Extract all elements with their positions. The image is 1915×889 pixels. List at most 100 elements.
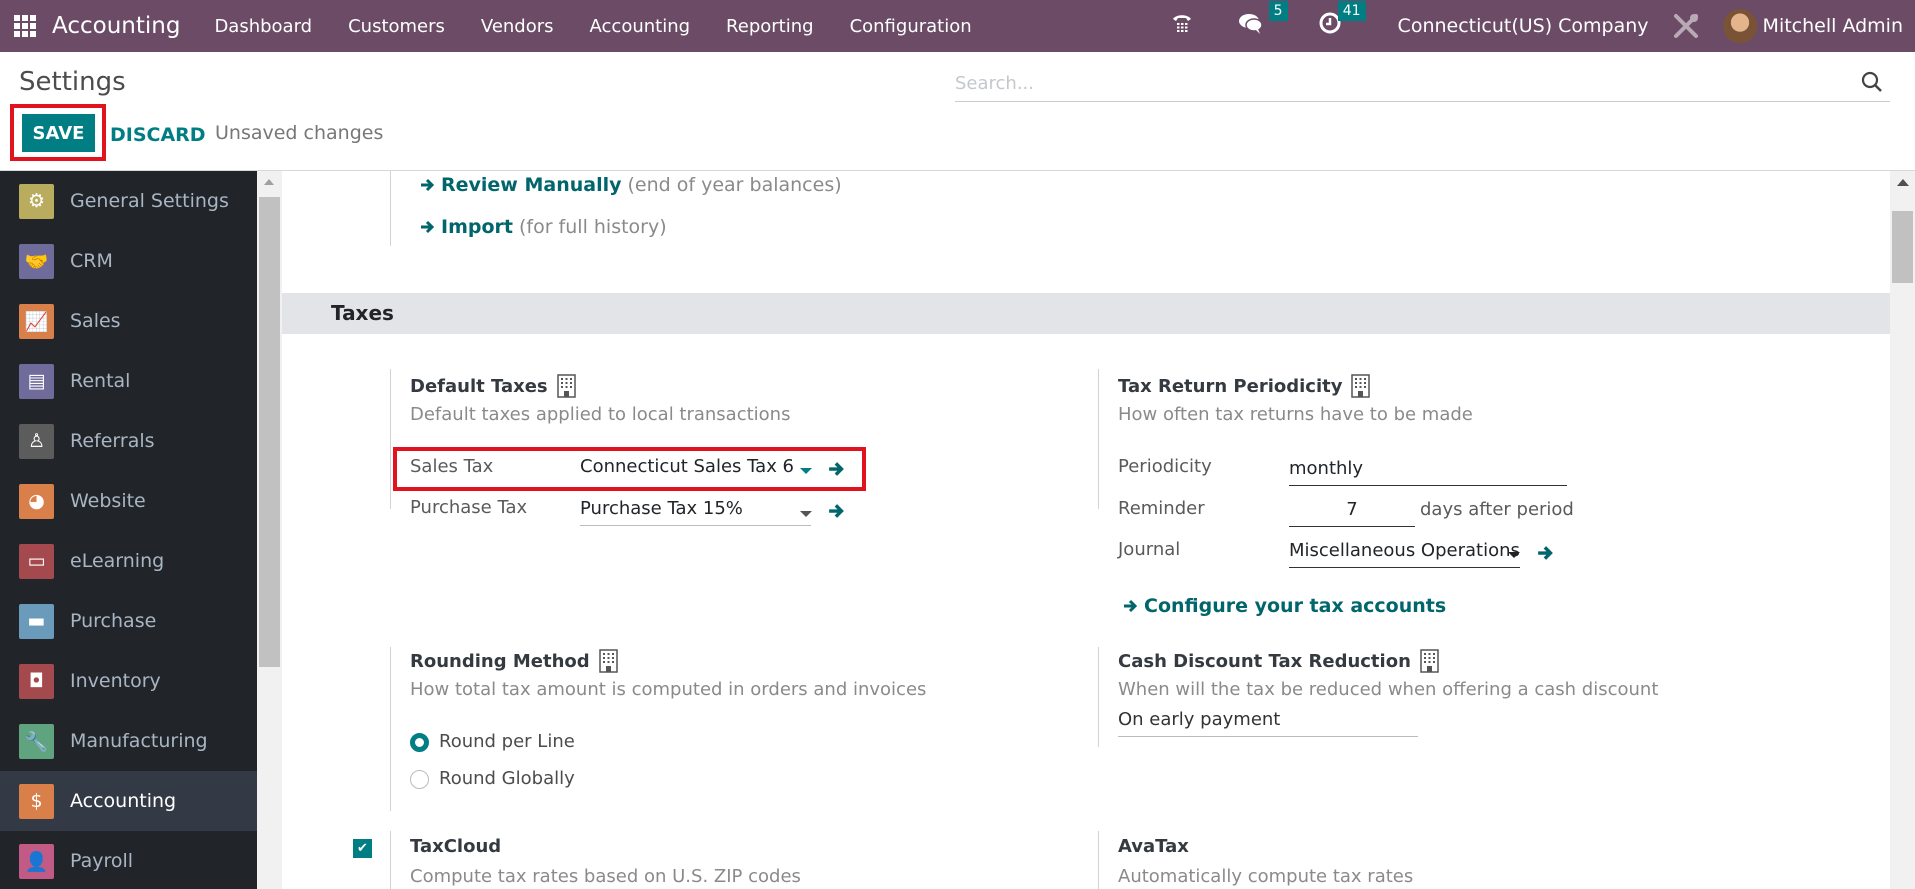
menu-reporting[interactable]: Reporting	[708, 16, 832, 37]
scrollbar-thumb[interactable]	[259, 197, 280, 667]
user-menu[interactable]: Mitchell Admin	[1763, 15, 1903, 37]
journal-select[interactable]: Miscellaneous Operations	[1289, 538, 1520, 568]
scroll-up-arrow-icon[interactable]	[1897, 179, 1909, 186]
main-scrollbar[interactable]	[1890, 171, 1915, 889]
sidebar-item-general-settings[interactable]: ⚙ General Settings	[0, 171, 257, 231]
app-menu-grid-icon[interactable]	[14, 15, 36, 37]
gear-icon: ⚙	[19, 183, 54, 219]
taxcloud-checkbox[interactable]: ✔	[353, 839, 372, 858]
rounding-method-title: Rounding Method	[410, 649, 618, 673]
periodicity-select[interactable]: monthly	[1289, 456, 1567, 486]
menu-vendors[interactable]: Vendors	[463, 16, 572, 37]
phone-icon[interactable]	[1170, 11, 1194, 41]
sidebar-item-crm[interactable]: 🤝 CRM	[0, 231, 257, 291]
review-manually-link[interactable]: Review Manually (end of year balances)	[420, 174, 842, 196]
sidebar-item-manufacturing[interactable]: 🔧 Manufacturing	[0, 711, 257, 771]
reminder-suffix: days after period	[1420, 499, 1574, 520]
cash-discount-select[interactable]: On early payment	[1118, 707, 1418, 737]
scrollbar-thumb[interactable]	[1892, 211, 1913, 283]
review-manually-note: (end of year balances)	[627, 174, 842, 196]
settings-content: Review Manually (end of year balances) I…	[282, 171, 1890, 889]
arrow-right-icon	[1124, 599, 1138, 613]
round-globally-radio[interactable]	[410, 770, 429, 789]
divider	[1098, 369, 1099, 509]
person-icon: ♙	[19, 423, 54, 459]
configure-tax-accounts-label: Configure your tax accounts	[1144, 595, 1447, 617]
search-icon[interactable]	[1860, 70, 1884, 94]
default-taxes-title: Default Taxes	[410, 374, 576, 398]
menu-customers[interactable]: Customers	[330, 16, 463, 37]
search-input[interactable]	[955, 66, 1835, 100]
arrow-right-icon[interactable]	[828, 502, 846, 520]
presentation-icon: ▭	[19, 543, 54, 579]
sidebar-item-label: eLearning	[70, 550, 165, 572]
divider	[390, 647, 391, 811]
search-bar	[955, 66, 1890, 102]
taxcloud-desc: Compute tax rates based on U.S. ZIP code…	[410, 866, 801, 887]
sidebar-item-website[interactable]: ◕ Website	[0, 471, 257, 531]
sidebar-item-purchase[interactable]: ▬ Purchase	[0, 591, 257, 651]
sidebar-item-sales[interactable]: 📈 Sales	[0, 291, 257, 351]
sidebar-item-label: Purchase	[70, 610, 157, 632]
invoice-dollar-icon: $	[19, 783, 54, 819]
messages-icon[interactable]: 5	[1238, 1, 1288, 41]
review-manually-label: Review Manually	[441, 174, 622, 196]
save-highlight-box: SAVE	[10, 104, 106, 161]
reminder-label: Reminder	[1118, 498, 1205, 519]
sales-tax-select[interactable]: Connecticut Sales Tax 6.35%	[580, 454, 795, 484]
company-switcher[interactable]: Connecticut(US) Company	[1398, 15, 1649, 37]
app-name[interactable]: Accounting	[52, 13, 180, 39]
sidebar-item-label: Inventory	[70, 670, 161, 692]
menu-accounting[interactable]: Accounting	[572, 16, 709, 37]
save-button[interactable]: SAVE	[22, 114, 95, 152]
sidebar-item-label: CRM	[70, 250, 113, 272]
caret-down-icon[interactable]	[800, 468, 812, 474]
menu-dashboard[interactable]: Dashboard	[196, 16, 330, 37]
wrench-icon: 🔧	[19, 723, 54, 759]
company-building-icon	[1420, 649, 1439, 673]
company-building-icon	[1351, 374, 1371, 398]
company-building-icon	[598, 649, 618, 673]
arrow-right-icon	[421, 220, 435, 234]
sidebar-item-accounting[interactable]: $ Accounting	[0, 771, 257, 831]
handshake-icon: 🤝	[19, 243, 54, 279]
sidebar-item-inventory[interactable]: ◘ Inventory	[0, 651, 257, 711]
sidebar-item-rental[interactable]: ▤ Rental	[0, 351, 257, 411]
messages-badge: 5	[1268, 1, 1288, 21]
caret-down-icon[interactable]	[800, 511, 812, 517]
credit-card-icon: ▬	[19, 603, 54, 639]
import-link[interactable]: Import (for full history)	[420, 216, 667, 238]
divider	[390, 369, 391, 509]
rounding-method-desc: How total tax amount is computed in orde…	[410, 679, 927, 700]
section-header-taxes: Taxes	[282, 293, 1890, 334]
menu-configuration[interactable]: Configuration	[832, 16, 990, 37]
round-per-line-label[interactable]: Round per Line	[439, 731, 575, 752]
purchase-tax-label: Purchase Tax	[410, 497, 528, 518]
calendar-grid-icon: ▤	[19, 363, 54, 399]
round-globally-label[interactable]: Round Globally	[439, 768, 575, 789]
round-per-line-radio[interactable]	[410, 733, 429, 752]
reminder-days-input[interactable]: 7	[1289, 497, 1415, 527]
sidebar-item-referrals[interactable]: ♙ Referrals	[0, 411, 257, 471]
divider	[390, 831, 391, 889]
sidebar-item-elearning[interactable]: ▭ eLearning	[0, 531, 257, 591]
tools-icon[interactable]	[1671, 11, 1701, 41]
control-panel: Settings SAVE DISCARD Unsaved changes	[0, 52, 1915, 171]
sidebar-scrollbar[interactable]	[257, 171, 282, 889]
sidebar-item-label: Rental	[70, 370, 131, 392]
sidebar-item-payroll[interactable]: 👤 Payroll	[0, 831, 257, 889]
chart-icon: 📈	[19, 303, 54, 339]
caret-down-icon[interactable]	[1508, 552, 1520, 558]
activities-clock-icon[interactable]: 41	[1318, 1, 1366, 41]
scroll-up-arrow-icon[interactable]	[264, 179, 274, 185]
discard-button[interactable]: DISCARD	[110, 124, 206, 146]
purchase-tax-select[interactable]: Purchase Tax 15%	[580, 496, 811, 526]
configure-tax-accounts-link[interactable]: Configure your tax accounts	[1123, 595, 1446, 617]
arrow-right-icon[interactable]	[828, 460, 846, 478]
arrow-right-icon[interactable]	[1537, 544, 1555, 562]
tax-return-desc: How often tax returns have to be made	[1118, 404, 1473, 425]
user-avatar[interactable]	[1722, 9, 1757, 43]
section-title: Taxes	[331, 301, 394, 325]
tax-return-title: Tax Return Periodicity	[1118, 374, 1371, 398]
tax-return-title-text: Tax Return Periodicity	[1118, 375, 1343, 397]
